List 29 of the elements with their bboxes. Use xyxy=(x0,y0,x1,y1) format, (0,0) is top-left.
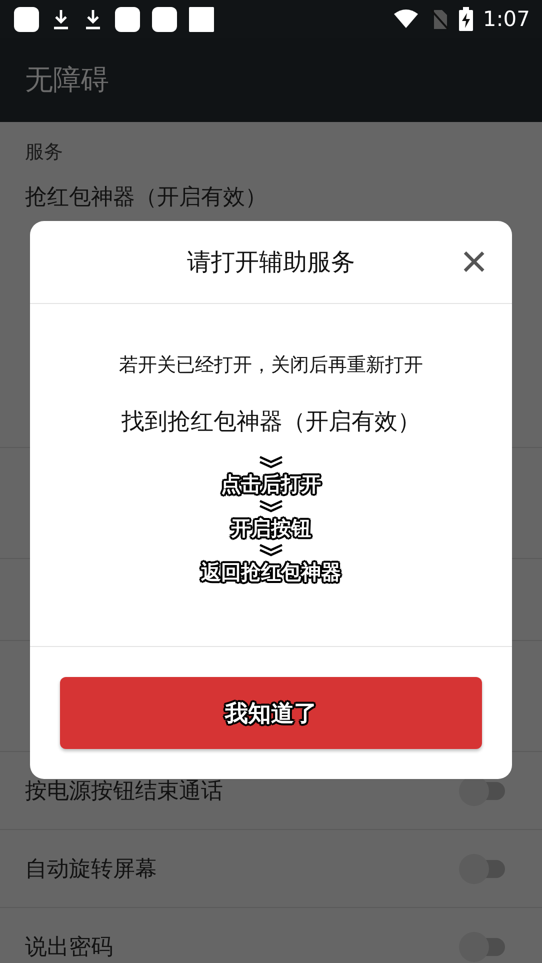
toggle-switch[interactable] xyxy=(459,854,505,884)
notification-icon xyxy=(115,6,140,32)
instruction-text: 找到抢红包神器（开启有效） xyxy=(122,408,420,437)
download-icon xyxy=(83,8,103,30)
setting-title[interactable]: 抢红包神器（开启有效） xyxy=(25,185,267,210)
instruction-text: 若开关已经打开，关闭后再重新打开 xyxy=(119,353,423,378)
notification-icon xyxy=(14,6,39,32)
step-text: 点击后打开 xyxy=(221,471,321,497)
setting-title: 自动旋转屏幕 xyxy=(25,856,157,884)
chevron-down-icon xyxy=(258,499,284,513)
dialog-title: 请打开辅助服务 xyxy=(187,247,355,278)
notification-icon xyxy=(152,6,177,32)
setting-title: 说出密码 xyxy=(25,934,113,962)
notification-icon xyxy=(189,6,214,32)
step-text: 开启按钮 xyxy=(231,515,311,541)
battery-charging-icon xyxy=(458,7,473,31)
step-text: 返回抢红包神器 xyxy=(201,559,341,585)
download-icon xyxy=(51,8,71,30)
chevron-down-icon xyxy=(258,455,284,469)
chevron-down-icon xyxy=(258,543,284,557)
clock-time: 1:07 xyxy=(482,7,530,31)
wifi-icon xyxy=(392,9,419,29)
setting-title: 按电源按钮结束通话 xyxy=(25,778,223,806)
close-button[interactable]: × xyxy=(456,243,492,279)
no-sim-icon xyxy=(428,8,449,30)
app-title: 无障碍 xyxy=(25,62,109,98)
section-header: 服务 xyxy=(25,140,63,165)
confirm-button[interactable]: 我知道了 xyxy=(60,677,482,749)
toggle-switch[interactable] xyxy=(459,932,505,962)
